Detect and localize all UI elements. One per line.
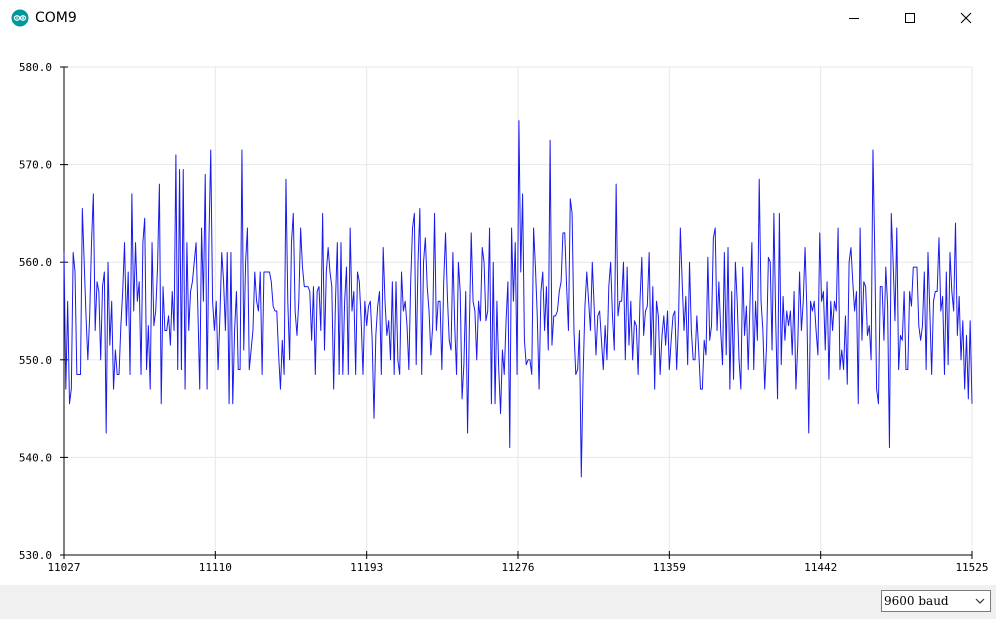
x-axis-ticks: 11027 11110 11193 11276 11359 11442 11525 <box>47 551 989 574</box>
baud-rate-select[interactable]: 9600 baud <box>881 590 991 612</box>
baud-rate-value: 9600 baud <box>884 594 949 608</box>
maximize-button[interactable] <box>882 0 938 36</box>
x-tick-label: 11525 <box>955 561 988 574</box>
serial-plotter: 530.0 540.0 550.0 560.0 570.0 580.0 11027 1111… <box>0 36 996 585</box>
line-chart: 530.0540.0550.0560.0570.0580.0 11027 1111… <box>19 61 989 574</box>
x-tick-label: 11442 <box>804 561 837 574</box>
maximize-icon <box>905 13 915 23</box>
baud-dropdown-arrow[interactable] <box>970 591 990 611</box>
y-tick-label: 560.0 <box>19 256 52 269</box>
x-tick-label: 11027 <box>47 561 80 574</box>
y-tick-label: 540.0 <box>19 451 52 464</box>
x-tick-label: 11276 <box>501 561 534 574</box>
y-tick-label: 550.0 <box>19 354 52 367</box>
y-axis-ticks: 530.0540.0550.0560.0570.0580.0 <box>19 61 68 562</box>
x-tick-label: 11193 <box>350 561 383 574</box>
y-tick-label: 580.0 <box>19 61 52 74</box>
close-icon <box>960 12 972 24</box>
x-tick-label: 11110 <box>199 561 232 574</box>
title-bar: COM9 <box>0 0 996 36</box>
y-tick-label: 570.0 <box>19 159 52 172</box>
close-button[interactable] <box>938 0 994 36</box>
bottom-toolbar: 9600 baud <box>0 585 996 619</box>
window-title: COM9 <box>35 10 77 26</box>
minimize-button[interactable] <box>826 0 882 36</box>
minimize-icon <box>849 18 859 19</box>
chevron-down-icon <box>975 598 985 604</box>
x-tick-label: 11359 <box>653 561 686 574</box>
arduino-logo-icon <box>11 9 29 27</box>
